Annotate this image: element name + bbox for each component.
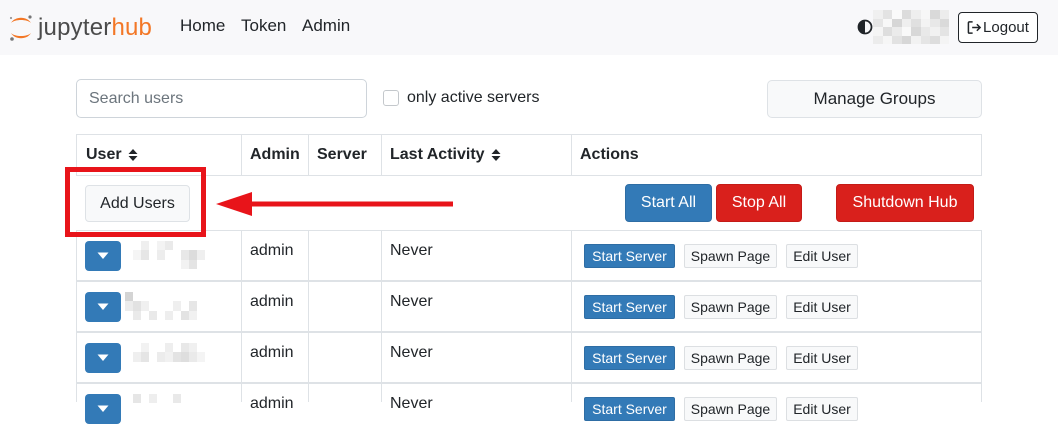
admin-cell: admin bbox=[250, 242, 294, 259]
table-border bbox=[381, 134, 382, 176]
logo-text-hub: hub bbox=[111, 14, 153, 41]
username-obscured bbox=[125, 241, 205, 269]
caret-down-icon bbox=[97, 354, 109, 361]
edit-user-button[interactable]: Edit User bbox=[786, 295, 858, 319]
last-activity-cell: Never bbox=[390, 395, 433, 412]
admin-cell: admin bbox=[250, 395, 294, 412]
column-header-server: Server bbox=[317, 146, 367, 163]
table-border bbox=[241, 134, 242, 176]
spawn-page-button[interactable]: Spawn Page bbox=[684, 295, 777, 319]
stop-all-button[interactable]: Stop All bbox=[716, 184, 802, 222]
row-toggle-button[interactable] bbox=[85, 394, 121, 424]
column-header-last-activity: Last Activity bbox=[390, 146, 501, 164]
logo-text-jupyter: jupyter bbox=[38, 14, 112, 41]
only-active-servers-checkbox[interactable] bbox=[383, 90, 399, 106]
column-header-admin: Admin bbox=[250, 146, 300, 163]
table-border bbox=[981, 134, 982, 176]
admin-cell: admin bbox=[250, 293, 294, 310]
row-toggle-button[interactable] bbox=[85, 343, 121, 373]
row-toggle-button[interactable] bbox=[85, 292, 121, 322]
half-circle-contrast-icon[interactable] bbox=[857, 19, 873, 35]
logo-text: jupyterhub bbox=[38, 14, 152, 42]
nav-token-link[interactable]: Token bbox=[241, 16, 286, 36]
username-obscured bbox=[125, 292, 205, 320]
spawn-page-button[interactable]: Spawn Page bbox=[684, 346, 777, 370]
table-border bbox=[76, 175, 982, 176]
start-server-button[interactable]: Start Server bbox=[584, 244, 675, 268]
start-server-button[interactable]: Start Server bbox=[584, 295, 675, 319]
annotation-highlight-box bbox=[65, 167, 206, 237]
caret-down-icon bbox=[97, 405, 109, 412]
table-row: admin Never Start Server Spawn Page Edit… bbox=[76, 231, 982, 282]
last-activity-cell: Never bbox=[390, 242, 433, 259]
edit-user-button[interactable]: Edit User bbox=[786, 244, 858, 268]
start-server-button[interactable]: Start Server bbox=[584, 346, 675, 370]
column-header-user-label: User bbox=[86, 146, 122, 163]
edit-user-button[interactable]: Edit User bbox=[786, 397, 858, 421]
jupyter-logo-icon bbox=[9, 15, 32, 41]
arrow-left-icon bbox=[216, 192, 453, 216]
only-active-servers-label: only active servers bbox=[407, 89, 540, 106]
start-server-button[interactable]: Start Server bbox=[584, 397, 675, 421]
table-row: admin Never Start Server Spawn Page Edit… bbox=[76, 333, 982, 384]
shutdown-hub-button[interactable]: Shutdown Hub bbox=[836, 184, 974, 222]
spawn-page-button[interactable]: Spawn Page bbox=[684, 397, 777, 421]
sort-updown-icon[interactable] bbox=[491, 148, 501, 162]
start-all-button[interactable]: Start All bbox=[625, 184, 712, 222]
table-row: admin Never Start Server Spawn Page Edit… bbox=[76, 384, 982, 435]
jupyterhub-logo[interactable]: jupyterhub bbox=[8, 12, 152, 44]
edit-user-button[interactable]: Edit User bbox=[786, 346, 858, 370]
username-obscured bbox=[125, 394, 205, 422]
table-row: admin Never Start Server Spawn Page Edit… bbox=[76, 282, 982, 333]
admin-cell: admin bbox=[250, 344, 294, 361]
sign-out-icon bbox=[967, 21, 982, 34]
caret-down-icon bbox=[97, 252, 109, 259]
username-obscured bbox=[873, 10, 949, 44]
last-activity-cell: Never bbox=[390, 293, 433, 310]
top-navbar: jupyterhub Home Token Admin Logout bbox=[0, 0, 1058, 55]
last-activity-cell: Never bbox=[390, 344, 433, 361]
nav-home-link[interactable]: Home bbox=[180, 16, 225, 36]
table-border bbox=[308, 134, 309, 176]
column-header-user: User bbox=[86, 146, 138, 164]
caret-down-icon bbox=[97, 303, 109, 310]
column-header-actions: Actions bbox=[580, 146, 639, 163]
row-toggle-button[interactable] bbox=[85, 241, 121, 271]
username-obscured bbox=[125, 343, 205, 371]
sort-updown-icon[interactable] bbox=[128, 148, 138, 162]
spawn-page-button[interactable]: Spawn Page bbox=[684, 244, 777, 268]
logout-label: Logout bbox=[983, 19, 1029, 36]
table-border bbox=[571, 134, 572, 176]
manage-groups-button[interactable]: Manage Groups bbox=[767, 80, 982, 118]
search-users-input[interactable] bbox=[76, 79, 367, 118]
logout-button[interactable]: Logout bbox=[958, 12, 1038, 43]
column-header-last-activity-label: Last Activity bbox=[390, 146, 485, 163]
table-border bbox=[76, 134, 982, 135]
nav-admin-link[interactable]: Admin bbox=[302, 16, 350, 36]
